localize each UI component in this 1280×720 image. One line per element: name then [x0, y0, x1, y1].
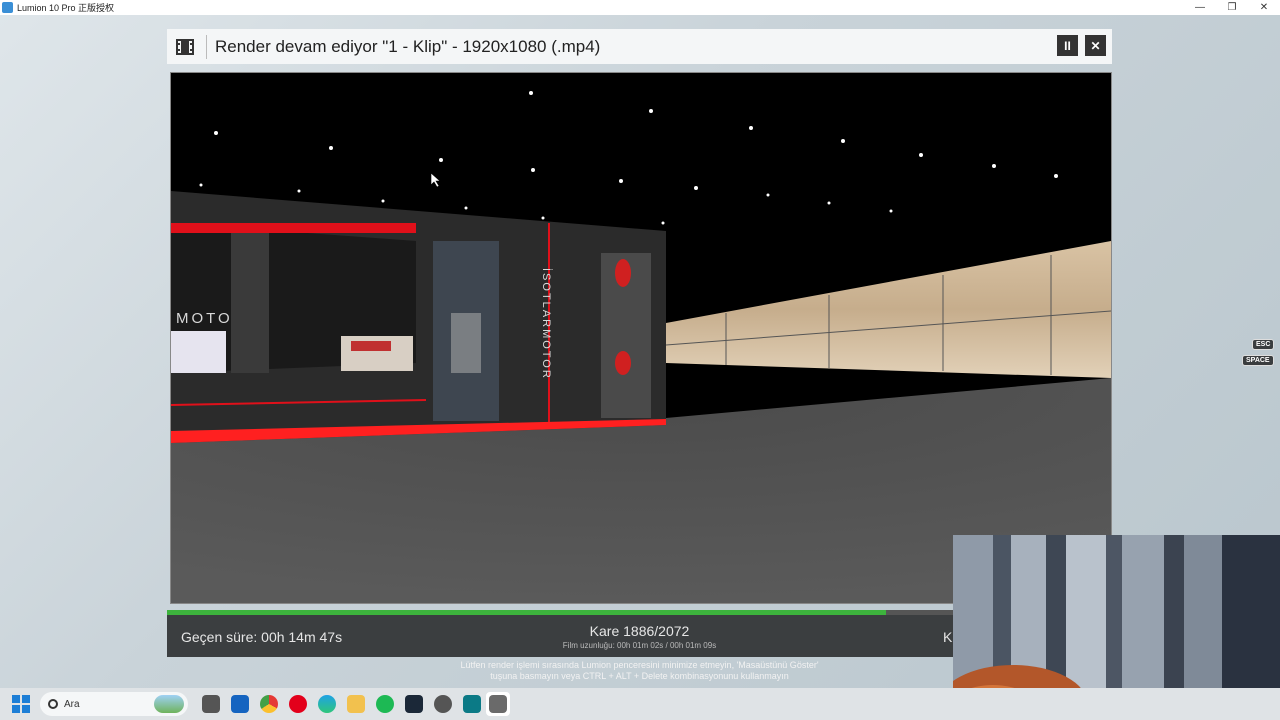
- edge-icon[interactable]: [317, 695, 336, 713]
- search-highlight-image: [154, 695, 184, 713]
- spotify-icon[interactable]: [375, 695, 394, 713]
- 3dsmax-icon[interactable]: [462, 695, 481, 713]
- render-dialog-title: Render devam ediyor "1 - Klip" - 1920x10…: [215, 36, 601, 56]
- search-icon: [48, 699, 58, 709]
- outlook-icon[interactable]: [230, 695, 249, 713]
- render-preview: MOTO İSOTLARMOTOR: [170, 72, 1112, 604]
- pause-button[interactable]: II: [1057, 35, 1078, 56]
- window-titlebar: Lumion 10 Pro 正版授权 — ❐ ✕: [0, 0, 1280, 15]
- search-placeholder: Ara: [64, 698, 80, 710]
- window-controls: — ❐ ✕: [1184, 0, 1280, 15]
- esc-key-hint: ESC: [1252, 339, 1275, 350]
- minimize-button[interactable]: —: [1184, 0, 1216, 15]
- close-button[interactable]: ✕: [1085, 35, 1106, 56]
- restore-button[interactable]: ❐: [1216, 0, 1248, 15]
- lumion-taskbar-item[interactable]: [486, 692, 510, 716]
- task-view-icon[interactable]: [201, 695, 220, 713]
- render-dialog-header: Render devam ediyor "1 - Klip" - 1920x10…: [167, 29, 1112, 64]
- header-divider: [206, 34, 207, 59]
- taskbar-apps: [196, 692, 510, 716]
- booth-sign: İSOTLARMOTOR: [540, 268, 553, 380]
- file-explorer-icon[interactable]: [346, 695, 365, 713]
- opera-icon[interactable]: [288, 695, 307, 713]
- windows-start-icon[interactable]: [12, 695, 30, 713]
- close-icon: ✕: [1090, 38, 1101, 53]
- close-window-button[interactable]: ✕: [1248, 0, 1280, 15]
- booth-text-left: MOTO: [176, 310, 233, 327]
- remaining-label-partial: K: [943, 629, 953, 645]
- taskbar: Ara: [0, 688, 1280, 720]
- window-title: Lumion 10 Pro 正版授权: [17, 3, 115, 13]
- film-icon: [176, 38, 194, 55]
- utility-app-icon[interactable]: [433, 695, 452, 713]
- lumion-icon: [489, 695, 507, 713]
- space-key-hint: SPACE: [1242, 355, 1274, 366]
- pause-icon: II: [1064, 38, 1071, 53]
- taskbar-search[interactable]: Ara: [40, 692, 188, 716]
- render-scene: MOTO İSOTLARMOTOR: [171, 73, 1111, 603]
- lumion-app-icon: [2, 2, 13, 13]
- chrome-icon[interactable]: [259, 695, 278, 713]
- render-status-bar: Geçen süre: 00h 14m 47s Kare 1886/2072 F…: [167, 615, 957, 657]
- steam-icon[interactable]: [404, 695, 423, 713]
